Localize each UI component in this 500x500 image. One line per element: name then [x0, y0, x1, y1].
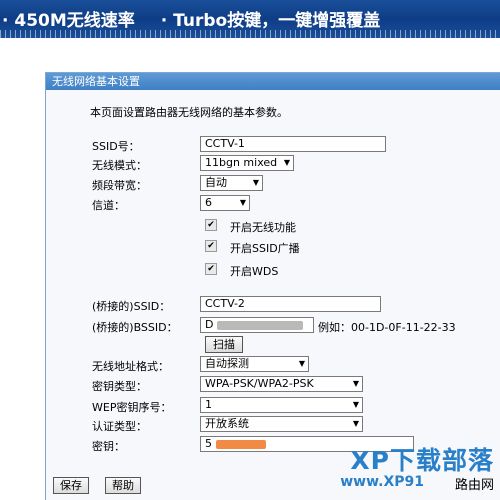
enable-wireless-checkbox[interactable]: ✔: [205, 219, 217, 231]
bandwidth-label: 频段带宽：: [92, 179, 147, 192]
bridged-ssid-label: (桥接的)SSID：: [92, 300, 171, 313]
bandwidth-value: 自动: [205, 176, 227, 189]
chevron-down-icon: ▼: [298, 359, 305, 368]
enable-wds-checkbox[interactable]: ✔: [205, 263, 217, 275]
banner: · 450M无线速率 · Turbo按键，一键增强覆盖: [0, 0, 500, 38]
bridged-bssid-input[interactable]: D: [200, 317, 314, 333]
channel-label: 信道：: [92, 199, 125, 212]
bridged-bssid-value: D: [205, 318, 214, 331]
ssid-input[interactable]: CCTV-1: [200, 136, 386, 152]
auth-type-select[interactable]: 开放系统 ▼: [200, 416, 363, 432]
enable-ssid-broadcast-label: 开启SSID广播: [230, 242, 300, 255]
channel-value: 6: [205, 196, 212, 209]
enable-wireless-label: 开启无线功能: [230, 221, 296, 234]
auth-type-value: 开放系统: [205, 417, 249, 430]
mode-label: 无线模式：: [92, 159, 147, 172]
page-description: 本页面设置路由器无线网络的基本参数。: [90, 106, 288, 119]
watermark-line3: 路由网: [454, 478, 494, 493]
redacted-key: [215, 439, 266, 449]
chevron-down-icon: ▼: [252, 178, 259, 187]
mode-select[interactable]: 11bgn mixed ▼: [200, 155, 294, 171]
bandwidth-select[interactable]: 自动 ▼: [200, 175, 263, 191]
chevron-down-icon: ▼: [352, 419, 359, 428]
watermark-line2: www.XP91: [340, 474, 424, 490]
key-label: 密钥：: [92, 440, 125, 453]
bridged-ssid-input[interactable]: CCTV-2: [200, 296, 381, 312]
scan-button[interactable]: 扫描: [205, 336, 243, 353]
save-button[interactable]: 保存: [53, 477, 89, 494]
help-button[interactable]: 帮助: [105, 477, 141, 494]
bssid-example: 例如：00-1D-0F-11-22-33: [318, 321, 456, 334]
chevron-down-icon: ▼: [239, 198, 246, 207]
addr-format-label: 无线地址格式：: [92, 360, 169, 373]
wep-index-select[interactable]: 1 ▼: [200, 397, 363, 413]
redacted-bssid: [216, 320, 303, 330]
channel-select[interactable]: 6 ▼: [200, 195, 250, 211]
wep-index-value: 1: [205, 398, 212, 411]
auth-type-label: 认证类型：: [92, 420, 147, 433]
key-type-value: WPA-PSK/WPA2-PSK: [205, 377, 314, 390]
watermark: XP下载部落 www.XP91 路由网: [326, 441, 496, 497]
key-type-label: 密钥类型：: [92, 380, 147, 393]
enable-wds-label: 开启WDS: [230, 265, 279, 278]
chevron-down-icon: ▼: [352, 400, 359, 409]
banner-decoration: [0, 30, 500, 38]
banner-part2: · Turbo按键，一键增强覆盖: [160, 11, 381, 31]
panel-title: 无线网络基本设置: [46, 73, 500, 90]
addr-format-value: 自动探测: [205, 357, 249, 370]
chevron-down-icon: ▼: [283, 158, 290, 167]
watermark-line1: XP下载部落: [350, 446, 494, 475]
chevron-down-icon: ▼: [352, 379, 359, 388]
key-value: 5: [205, 437, 212, 450]
addr-format-select[interactable]: 自动探测 ▼: [200, 356, 309, 372]
key-type-select[interactable]: WPA-PSK/WPA2-PSK ▼: [200, 376, 363, 392]
ssid-label: SSID号：: [92, 140, 140, 153]
bridged-bssid-label: (桥接的)BSSID：: [92, 321, 178, 334]
wep-index-label: WEP密钥序号：: [92, 401, 172, 414]
mode-value: 11bgn mixed: [205, 156, 278, 169]
banner-part1: · 450M无线速率: [2, 11, 135, 31]
enable-ssid-broadcast-checkbox[interactable]: ✔: [205, 240, 217, 252]
banner-text: · 450M无线速率 · Turbo按键，一键增强覆盖: [2, 6, 380, 31]
